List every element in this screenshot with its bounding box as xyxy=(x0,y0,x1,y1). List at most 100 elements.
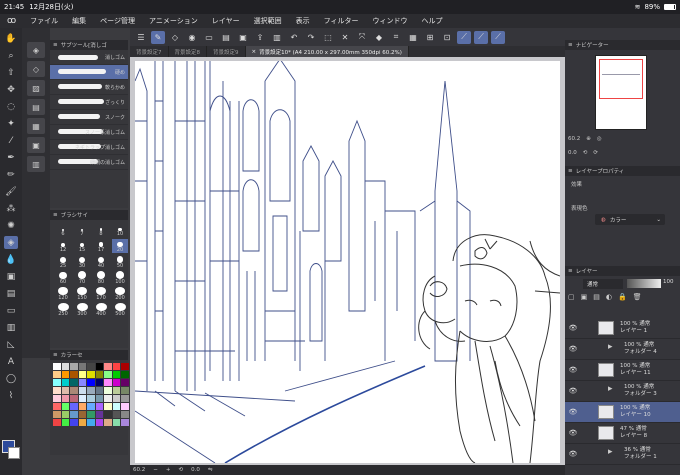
brush-size-option[interactable]: 60 xyxy=(55,271,71,285)
opacity-slider[interactable] xyxy=(627,279,661,288)
color-swatch[interactable] xyxy=(87,411,95,418)
pen-mode-icon[interactable]: ✎ xyxy=(151,30,165,44)
color-swatch[interactable] xyxy=(53,371,61,378)
color-swatch[interactable] xyxy=(53,395,61,402)
color-swatch[interactable] xyxy=(95,371,103,378)
move-icon[interactable]: ✥ xyxy=(4,83,18,96)
stabilize-icon-1[interactable]: ⟋ xyxy=(457,30,471,44)
color-swatch[interactable] xyxy=(112,419,120,426)
navigator-rotation[interactable]: 0.0 xyxy=(568,150,577,156)
color-swatch[interactable] xyxy=(70,403,78,410)
flip-icon[interactable]: ⇋ xyxy=(208,467,213,473)
hand-icon[interactable]: ✋ xyxy=(4,32,18,45)
layer-row[interactable]: 👁 100 % 通常 レイヤー 10 xyxy=(565,402,680,423)
brush-size-option[interactable]: 100 xyxy=(112,271,128,285)
color-swatch[interactable] xyxy=(87,403,95,410)
menu-icon[interactable]: ≡ xyxy=(568,168,573,174)
color-swatch[interactable] xyxy=(112,411,120,418)
menu-help[interactable]: ヘルプ xyxy=(414,16,449,26)
select-icon[interactable]: ⬚ xyxy=(321,31,335,44)
color-swatch[interactable] xyxy=(78,387,86,394)
menu-animation[interactable]: アニメーション xyxy=(142,16,205,26)
color-swatch[interactable] xyxy=(61,419,69,426)
color-swatch[interactable] xyxy=(95,403,103,410)
subtool-item[interactable]: スノー系消しゴム xyxy=(50,125,128,140)
decoration-icon[interactable]: ✺ xyxy=(4,219,18,232)
canvas-paper[interactable] xyxy=(134,58,561,464)
menu-icon[interactable]: ≡ xyxy=(568,268,573,274)
new-folder-icon[interactable]: ▤ xyxy=(593,293,600,301)
color-swatch[interactable] xyxy=(87,371,95,378)
color-swatch[interactable] xyxy=(53,403,61,410)
color-swatch[interactable] xyxy=(104,387,112,394)
color-swatch[interactable] xyxy=(87,395,95,402)
zoom-out-icon[interactable]: − xyxy=(153,467,158,473)
snap-icon[interactable]: ⊡ xyxy=(440,31,454,44)
color-swatch[interactable] xyxy=(70,387,78,394)
folder-open-icon[interactable]: ▤ xyxy=(219,31,233,44)
color-swatch[interactable] xyxy=(61,395,69,402)
layer-row[interactable]: 👁 100 % 通常 レイヤー 1 xyxy=(565,318,680,339)
brush-size-option[interactable]: 150 xyxy=(74,287,90,301)
brush-size-option[interactable]: 40 xyxy=(93,255,109,269)
save-icon[interactable]: ▣ xyxy=(236,31,250,44)
color-swatch[interactable] xyxy=(78,395,86,402)
color-swatch[interactable] xyxy=(87,363,95,370)
brush-icon[interactable]: 🖌 xyxy=(4,185,18,198)
layer-row[interactable]: 👁 ▸ 100 % 通常 フォルダー 3 xyxy=(565,381,680,402)
color-swatch[interactable] xyxy=(70,419,78,426)
eye-icon[interactable]: 👁 xyxy=(568,429,578,437)
navigator-zoom[interactable]: 60.2 xyxy=(568,136,580,142)
color-swatch[interactable] xyxy=(95,379,103,386)
color-swatch[interactable] xyxy=(53,419,61,426)
expression-color-select[interactable]: ◍ カラー ⌄ xyxy=(595,214,665,225)
brush-size-option[interactable]: 7 xyxy=(74,223,90,237)
ruler-tool-icon[interactable]: ◺ xyxy=(4,338,18,351)
menu-filter[interactable]: フィルター xyxy=(317,16,366,26)
new-raster-layer-icon[interactable]: ▢ xyxy=(568,293,575,301)
layer-row[interactable]: 👁 100 % 通常 レイヤー 11 xyxy=(565,360,680,381)
correct-line-icon[interactable]: ⌇ xyxy=(4,389,18,402)
color-swatch[interactable] xyxy=(61,411,69,418)
subtool-item[interactable]: ざっくり xyxy=(50,95,128,110)
eye-icon[interactable]: 👁 xyxy=(568,450,578,458)
layer-row[interactable]: 👁 ▸ 36 % 通常 フォルダー 1 xyxy=(565,444,680,465)
layer-row[interactable]: 👁 ▸ 100 % 通常 フォルダー 4 xyxy=(565,339,680,360)
rotate-right-icon[interactable]: ⟳ xyxy=(593,150,598,156)
figure-icon[interactable]: ▭ xyxy=(4,304,18,317)
ruler-icon[interactable]: ⊞ xyxy=(423,31,437,44)
menu-layer[interactable]: レイヤー xyxy=(205,16,247,26)
color-swatch[interactable] xyxy=(104,371,112,378)
color-swatch[interactable] xyxy=(121,363,129,370)
eraser-group-icon[interactable]: ◈ xyxy=(27,42,45,58)
color-swatch[interactable] xyxy=(121,371,129,378)
brush-size-option[interactable]: 6 xyxy=(55,223,71,237)
color-chip[interactable] xyxy=(2,440,20,460)
wand-icon[interactable]: ✦ xyxy=(4,117,18,130)
color-swatch[interactable] xyxy=(121,419,129,426)
color-swatch[interactable] xyxy=(61,379,69,386)
menu-view[interactable]: 表示 xyxy=(289,16,317,26)
color-swatch[interactable] xyxy=(53,379,61,386)
lasso-icon[interactable]: ◌ xyxy=(4,100,18,113)
print-icon[interactable]: ▥ xyxy=(270,31,284,44)
tab-doc-10[interactable]: × 背景設定10* (A4 210.00 x 297.00mm 350dpi 60… xyxy=(245,46,409,57)
eraser-group4-icon[interactable]: ▤ xyxy=(27,99,45,115)
color-swatch[interactable] xyxy=(95,411,103,418)
color-swatch[interactable] xyxy=(61,371,69,378)
color-swatch[interactable] xyxy=(112,379,120,386)
tab-doc-9[interactable]: 背景設定9 xyxy=(207,46,246,57)
grid-icon[interactable]: ▦ xyxy=(406,31,420,44)
new-vector-layer-icon[interactable]: ▣ xyxy=(581,293,588,301)
angle-value[interactable]: 0.0 xyxy=(191,467,200,473)
eraser-group5-icon[interactable]: ▦ xyxy=(27,118,45,134)
eraser-group2-icon[interactable]: ◇ xyxy=(27,61,45,77)
brush-size-option[interactable]: 120 xyxy=(55,287,71,301)
airbrush-icon[interactable]: ⁂ xyxy=(4,202,18,215)
brush-size-option[interactable]: 30 xyxy=(74,255,90,269)
menu-icon[interactable]: ≡ xyxy=(53,42,58,48)
color-swatch[interactable] xyxy=(61,387,69,394)
subtool-item[interactable]: ネギトラップ消しゴム xyxy=(50,140,128,155)
brush-size-option[interactable]: 200 xyxy=(112,287,128,301)
undo-icon[interactable]: ↶ xyxy=(287,31,301,44)
